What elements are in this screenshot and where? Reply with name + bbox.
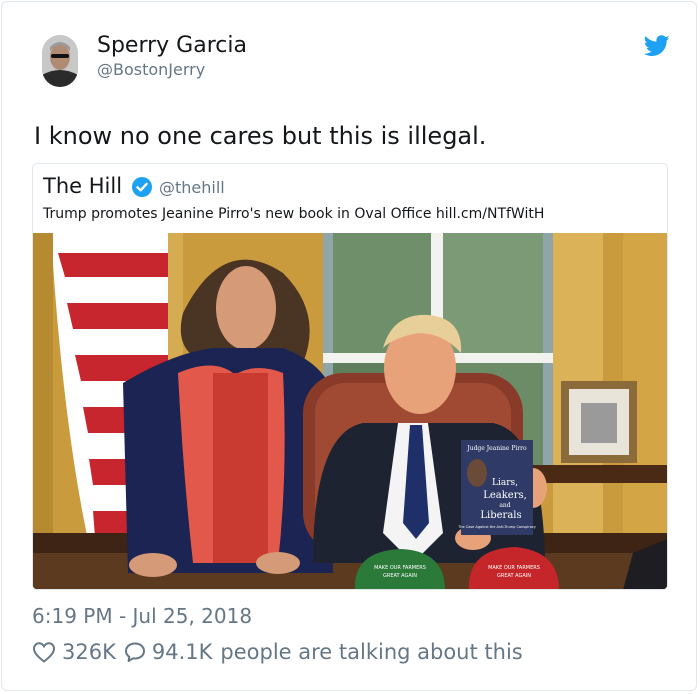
book-title-line-1: Liars, — [492, 478, 518, 488]
book-cover: Judge Jeanine Pirro Liars, Leakers, and … — [457, 440, 536, 535]
quoted-text: Trump promotes Jeanine Pirro's new book … — [43, 206, 545, 222]
hat-red-line-1: MAKE OUR FARMERS — [488, 565, 540, 571]
hat-green-line-1: MAKE OUR FARMERS — [374, 565, 426, 571]
verified-badge-icon — [131, 176, 153, 198]
oval-office-photo[interactable]: Judge Jeanine Pirro Liars, Leakers, and … — [33, 233, 667, 589]
quoted-handle[interactable]: @thehill — [159, 178, 225, 197]
author-display-name[interactable]: Sperry Garcia — [97, 33, 247, 58]
book-title-line-3: and — [499, 502, 510, 509]
user-avatar[interactable] — [42, 35, 78, 87]
quoted-display-name[interactable]: The Hill — [43, 174, 122, 198]
tweet-timestamp[interactable]: 6:19 PM - Jul 25, 2018 — [32, 604, 252, 628]
talking-about-label[interactable]: people are talking about this — [220, 640, 522, 664]
picture-frame — [561, 381, 637, 463]
hat-green-line-2: GREAT AGAIN — [383, 573, 417, 579]
hat-red-line-2: GREAT AGAIN — [497, 573, 531, 579]
author-handle[interactable]: @BostonJerry — [97, 60, 205, 79]
twitter-bird-icon[interactable] — [643, 35, 670, 57]
heart-icon[interactable] — [32, 641, 56, 663]
reply-count[interactable]: 94.1K — [152, 640, 213, 664]
tweet-text: I know no one cares but this is illegal. — [34, 122, 487, 150]
book-subtitle: The Case Against the Anti-Trump Conspira… — [457, 525, 536, 529]
book-author: Judge Jeanine Pirro — [466, 445, 527, 452]
engagement-stats: 326K 94.1K people are talking about this — [32, 638, 523, 666]
like-count[interactable]: 326K — [62, 640, 116, 664]
book-title-line-4: Liberals — [480, 510, 521, 521]
book-title-line-2: Leakers, — [483, 490, 527, 501]
speech-bubble-icon[interactable] — [124, 641, 146, 663]
quoted-tweet[interactable]: The Hill @thehill Trump promotes Jeanine… — [32, 163, 668, 590]
